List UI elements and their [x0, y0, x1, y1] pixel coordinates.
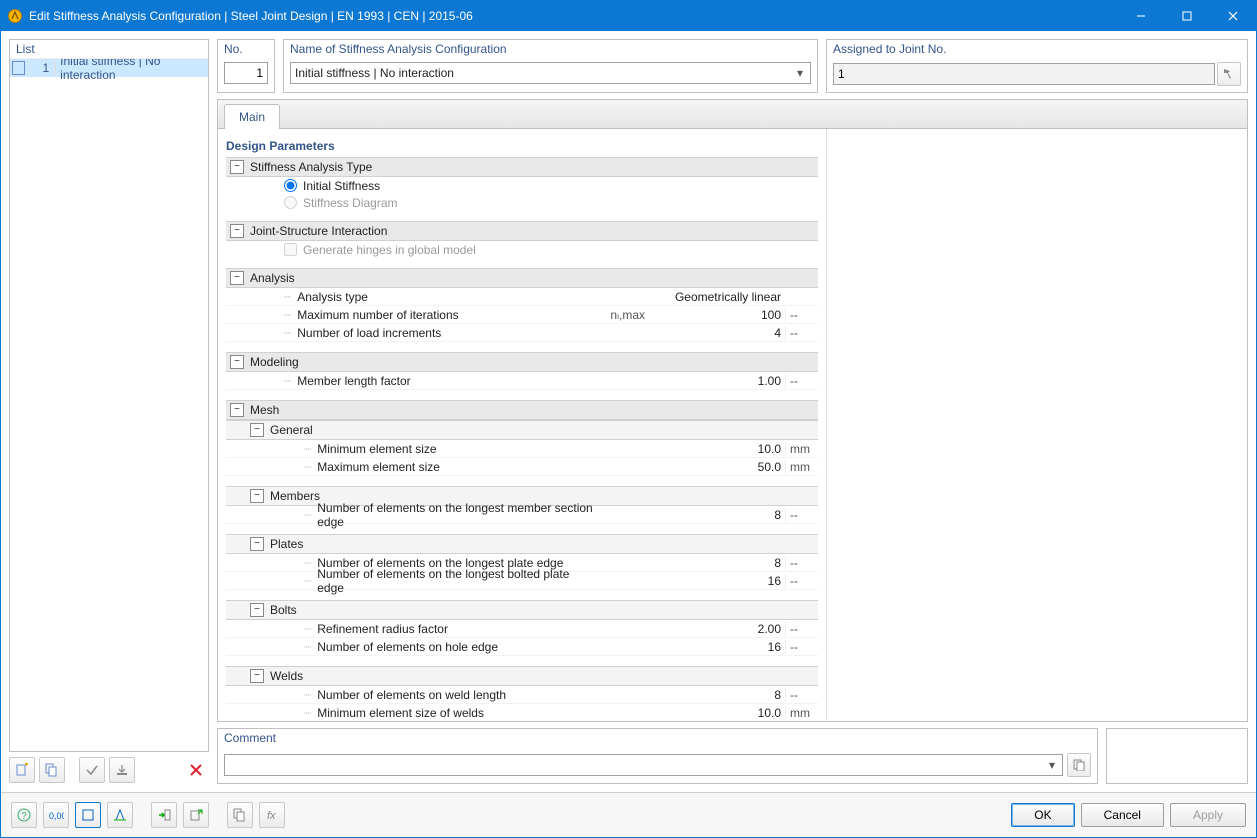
group-mesh-welds[interactable]: −Welds — [226, 666, 818, 686]
copy-button[interactable] — [227, 802, 253, 828]
units-button[interactable]: 0,00 — [43, 802, 69, 828]
group-modeling[interactable]: −Modeling — [226, 352, 818, 372]
name-label: Name of Stiffness Analysis Configuration — [284, 40, 817, 58]
collapse-icon[interactable]: − — [230, 160, 244, 174]
comment-side-panel — [1106, 728, 1248, 784]
delete-button[interactable] — [183, 757, 209, 783]
comment-edit-button[interactable] — [1067, 753, 1091, 777]
no-input[interactable] — [224, 62, 268, 84]
check-generate-hinges — [284, 243, 297, 256]
assigned-label: Assigned to Joint No. — [827, 40, 1247, 58]
comment-label: Comment — [218, 729, 1097, 747]
list-label: List — [10, 40, 208, 58]
close-button[interactable] — [1210, 1, 1256, 31]
help-button[interactable]: ? — [11, 802, 37, 828]
collapse-icon[interactable]: − — [230, 224, 244, 238]
list-item[interactable]: 1 Initial stiffness | No interaction — [10, 59, 208, 77]
ok-button[interactable]: OK — [1011, 803, 1074, 827]
chevron-down-icon: ▾ — [1044, 758, 1060, 772]
collapse-icon[interactable]: − — [250, 603, 264, 617]
view-button[interactable] — [75, 802, 101, 828]
collapse-icon[interactable]: − — [250, 489, 264, 503]
tab-main[interactable]: Main — [224, 104, 280, 129]
preview-panel — [826, 129, 1247, 721]
collapse-icon[interactable]: − — [230, 271, 244, 285]
pick-joint-button[interactable] — [1217, 62, 1241, 86]
export-button[interactable] — [183, 802, 209, 828]
config-list[interactable]: 1 Initial stiffness | No interaction — [10, 58, 208, 751]
group-stiffness-type[interactable]: −Stiffness Analysis Type — [226, 157, 818, 177]
copy-config-button[interactable] — [39, 757, 65, 783]
group-joint-structure[interactable]: −Joint-Structure Interaction — [226, 221, 818, 241]
minimize-button[interactable] — [1118, 1, 1164, 31]
include-button[interactable] — [79, 757, 105, 783]
group-mesh-bolts[interactable]: −Bolts — [226, 600, 818, 620]
radio-initial-stiffness[interactable] — [284, 179, 297, 192]
titlebar: Edit Stiffness Analysis Configuration | … — [1, 1, 1256, 31]
app-icon — [7, 8, 23, 24]
chevron-down-icon: ▾ — [792, 66, 808, 80]
comment-combo[interactable]: ▾ — [224, 754, 1063, 776]
maximize-button[interactable] — [1164, 1, 1210, 31]
name-combo[interactable]: Initial stiffness | No interaction ▾ — [290, 62, 811, 84]
group-mesh-plates[interactable]: −Plates — [226, 534, 818, 554]
collapse-icon[interactable]: − — [250, 423, 264, 437]
group-analysis[interactable]: −Analysis — [226, 268, 818, 288]
import-button[interactable] — [151, 802, 177, 828]
config-icon — [12, 61, 25, 75]
exclude-button[interactable] — [109, 757, 135, 783]
svg-text:fx: fx — [267, 810, 276, 822]
radio-stiffness-diagram — [284, 196, 297, 209]
no-label: No. — [218, 40, 274, 58]
svg-text:?: ? — [21, 811, 27, 822]
collapse-icon[interactable]: − — [230, 403, 244, 417]
apply-button: Apply — [1170, 803, 1246, 827]
collapse-icon[interactable]: − — [250, 537, 264, 551]
svg-text:0,00: 0,00 — [49, 811, 64, 821]
new-config-button[interactable] — [9, 757, 35, 783]
group-mesh-general[interactable]: −General — [226, 420, 818, 440]
cancel-button[interactable]: Cancel — [1081, 803, 1164, 827]
assigned-input[interactable] — [833, 63, 1215, 85]
design-parameters-title: Design Parameters — [226, 135, 818, 157]
collapse-icon[interactable]: − — [230, 355, 244, 369]
collapse-icon[interactable]: − — [250, 669, 264, 683]
function-button[interactable]: fx — [259, 802, 285, 828]
window-title: Edit Stiffness Analysis Configuration | … — [29, 9, 1118, 23]
group-mesh[interactable]: −Mesh — [226, 400, 818, 420]
calculate-button[interactable] — [107, 802, 133, 828]
